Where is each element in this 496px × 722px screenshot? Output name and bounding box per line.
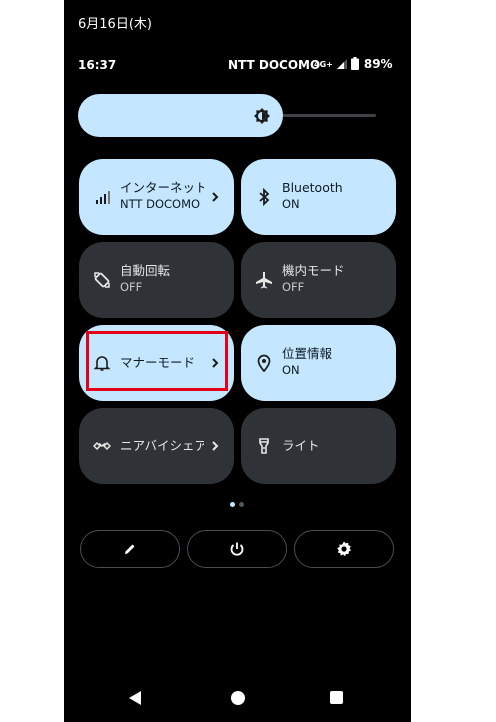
status-date: 6月16日(木) <box>78 17 152 32</box>
tile-state: NTT DOCOMO <box>120 197 201 211</box>
tile-label: インターネット <box>120 180 204 195</box>
page-indicator <box>230 502 244 507</box>
tile-auto-rotate[interactable]: 自動回転 OFF <box>79 242 234 318</box>
location-pin-icon <box>255 354 273 373</box>
tile-bluetooth[interactable]: Bluetooth ON <box>241 159 396 235</box>
tile-state: OFF <box>282 280 305 294</box>
tile-nearby-share[interactable]: ニアバイシェア <box>79 408 234 484</box>
tile-airplane-mode[interactable]: 機内モード OFF <box>241 242 396 318</box>
tile-state: OFF <box>120 280 143 294</box>
highlight-box <box>86 331 228 391</box>
brightness-auto-icon[interactable] <box>253 107 271 125</box>
phone-screen: 6月16日(木) 16:37 NTT DOCOMO 4G+ 89% インターネッ… <box>64 0 411 722</box>
power-button[interactable] <box>187 530 287 568</box>
status-carrier: NTT DOCOMO <box>228 58 321 72</box>
tile-flashlight[interactable]: ライト <box>241 408 396 484</box>
tile-state: ON <box>282 197 300 211</box>
home-icon[interactable] <box>231 691 245 705</box>
airplane-icon <box>255 271 273 289</box>
signal-strength-icon <box>336 55 348 74</box>
signal-icon <box>93 188 111 206</box>
chevron-right-icon[interactable] <box>208 438 222 452</box>
page-dot-active <box>230 502 235 507</box>
page-dot <box>239 502 244 507</box>
network-type: 4G+ <box>314 59 333 69</box>
edit-button[interactable] <box>80 530 180 568</box>
tile-label: 位置情報 <box>282 346 333 361</box>
tile-location[interactable]: 位置情報 ON <box>241 325 396 401</box>
auto-rotate-icon <box>93 271 111 289</box>
tile-label: ニアバイシェア <box>120 438 204 453</box>
tile-label: 自動回転 <box>120 263 171 278</box>
recents-icon[interactable] <box>330 691 343 704</box>
bluetooth-icon <box>255 187 273 207</box>
status-time: 16:37 <box>78 58 117 72</box>
back-icon[interactable] <box>128 690 142 710</box>
tile-internet[interactable]: インターネット NTT DOCOMO <box>79 159 234 235</box>
tile-label: ライト <box>282 438 320 453</box>
nearby-share-icon <box>92 437 112 455</box>
settings-button[interactable] <box>294 530 394 568</box>
brightness-track[interactable] <box>272 114 376 117</box>
battery-icon <box>350 55 359 74</box>
flashlight-icon <box>255 437 273 455</box>
tile-label: 機内モード <box>282 263 345 278</box>
status-icons: 4G+ 89% <box>314 56 393 72</box>
battery-percent: 89% <box>363 57 393 71</box>
chevron-right-icon[interactable] <box>208 189 222 203</box>
tile-state: ON <box>282 363 300 377</box>
tile-label: Bluetooth <box>282 180 343 195</box>
